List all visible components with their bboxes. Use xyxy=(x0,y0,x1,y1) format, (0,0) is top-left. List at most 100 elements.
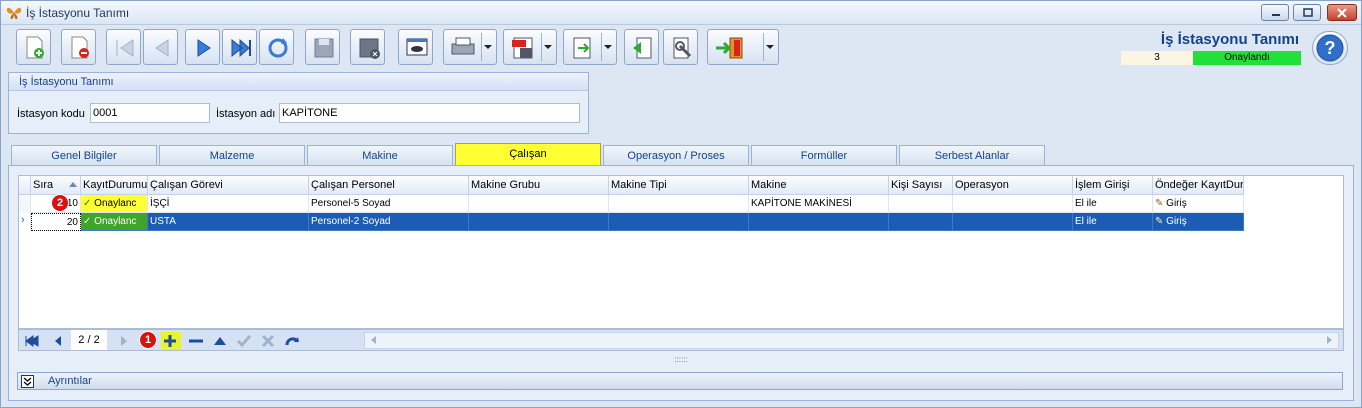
table-row[interactable]: 10 ✓ Onaylanc İŞÇİ Personel-5 Soyad KAPİ… xyxy=(19,195,1244,213)
previous-record-button[interactable] xyxy=(143,29,178,65)
butterfly-logo-icon xyxy=(6,7,22,19)
column-header-calisan-gorevi[interactable]: Çalışan Görevi xyxy=(148,176,309,195)
column-header-makine-tipi[interactable]: Makine Tipi xyxy=(609,176,749,195)
table-row-selected[interactable]: › 20 ✓ Onaylanc USTA Personel-2 Soyad El… xyxy=(19,213,1244,231)
tab-makine[interactable]: Makine xyxy=(307,145,453,166)
calisan-tab-panel: Sıra KayıtDurumu Çalışan Görevi Çalışan … xyxy=(8,165,1354,401)
nav-next-button[interactable] xyxy=(115,332,133,350)
pdf-dropdown-icon[interactable] xyxy=(544,45,552,49)
column-header-islem-girisi[interactable]: İşlem Girişi xyxy=(1073,176,1153,195)
refresh-button[interactable] xyxy=(259,29,294,65)
new-document-icon xyxy=(26,36,44,59)
nav-edit-button[interactable] xyxy=(211,332,229,350)
save-button[interactable] xyxy=(305,29,340,65)
close-window-button[interactable] xyxy=(1327,4,1357,21)
tab-serbest-alanlar[interactable]: Serbest Alanlar xyxy=(899,145,1045,166)
cell-islem-girisi[interactable]: El ile xyxy=(1073,195,1153,213)
new-record-button[interactable] xyxy=(16,29,51,65)
tab-malzeme[interactable]: Malzeme xyxy=(159,145,305,166)
column-header-calisan-personel[interactable]: Çalışan Personel xyxy=(309,176,469,195)
cell-operasyon[interactable] xyxy=(953,195,1073,213)
station-name-field[interactable]: KAPİTONE xyxy=(279,103,580,123)
cell-kisi-sayisi[interactable] xyxy=(889,195,953,213)
cell-makine-tipi[interactable] xyxy=(609,213,749,231)
nav-add-button[interactable] xyxy=(161,332,181,350)
print-button[interactable] xyxy=(443,29,497,65)
cell-ondeger-kayitdur[interactable]: ✎ Giriş xyxy=(1153,213,1244,231)
cancel-icon xyxy=(261,334,275,348)
nav-first-button[interactable] xyxy=(23,332,41,350)
expand-details-button[interactable] xyxy=(21,375,34,388)
pdf-export-button[interactable] xyxy=(503,29,557,65)
annotation-badge-1: 1 xyxy=(139,331,157,349)
exit-icon xyxy=(716,37,743,59)
save-close-button[interactable] xyxy=(350,29,385,65)
cell-kayitdurumu[interactable]: ✓ Onaylanc xyxy=(81,213,148,231)
cell-makine-tipi[interactable] xyxy=(609,195,749,213)
check-icon: ✓ xyxy=(83,216,95,227)
cell-calisan-gorevi[interactable]: USTA xyxy=(148,213,309,231)
tab-formuller[interactable]: Formüller xyxy=(751,145,897,166)
cell-kayitdurumu[interactable]: ✓ Onaylanc xyxy=(81,195,148,213)
nav-previous-button[interactable] xyxy=(49,332,67,350)
tab-genel-bilgiler[interactable]: Genel Bilgiler xyxy=(11,145,157,166)
window-title: İş İstasyonu Tanımı xyxy=(26,6,130,20)
delete-record-button[interactable] xyxy=(61,29,96,65)
station-code-field[interactable]: 0001 xyxy=(90,103,210,123)
cell-islem-girisi[interactable]: El ile xyxy=(1073,213,1153,231)
cell-makine[interactable] xyxy=(749,213,889,231)
column-header-ondeger-kayitdur[interactable]: Öndeğer KayıtDur xyxy=(1153,176,1244,195)
back-button[interactable] xyxy=(624,29,659,65)
details-panel-header[interactable]: Ayrıntılar xyxy=(17,372,1343,390)
cell-makine-grubu[interactable] xyxy=(469,195,609,213)
export-button[interactable] xyxy=(563,29,617,65)
title-bar: İş İstasyonu Tanımı xyxy=(1,1,1361,25)
column-header-operasyon[interactable]: Operasyon xyxy=(953,176,1073,195)
splitter-grip[interactable]: :::::: xyxy=(8,356,1354,364)
help-button[interactable]: ? xyxy=(1312,31,1348,65)
nav-cancel-button[interactable] xyxy=(259,332,277,350)
tab-calisan[interactable]: Çalışan xyxy=(455,143,601,166)
cell-calisan-personel[interactable]: Personel-5 Soyad xyxy=(309,195,469,213)
cell-operasyon[interactable] xyxy=(953,213,1073,231)
cell-sira[interactable]: 20 xyxy=(31,213,81,231)
column-header-sira[interactable]: Sıra xyxy=(31,176,81,195)
maximize-button[interactable] xyxy=(1293,4,1321,21)
nav-refresh-button[interactable] xyxy=(283,332,301,350)
nav-remove-button[interactable] xyxy=(187,332,205,350)
exit-button[interactable] xyxy=(707,29,779,65)
nav-confirm-button[interactable] xyxy=(235,332,253,350)
cell-makine-grubu[interactable] xyxy=(469,213,609,231)
column-header-kisi-sayisi[interactable]: Kişi Sayısı xyxy=(889,176,953,195)
preview-button[interactable] xyxy=(398,29,433,65)
last-record-icon xyxy=(231,38,251,58)
svg-text:?: ? xyxy=(1325,38,1336,58)
column-header-makine-grubu[interactable]: Makine Grubu xyxy=(469,176,609,195)
settings-icon xyxy=(673,37,692,59)
scroll-left-icon[interactable] xyxy=(371,336,376,344)
row-indicator xyxy=(19,195,31,213)
cell-ondeger-kayitdur[interactable]: ✎ Giriş xyxy=(1153,195,1244,213)
cell-makine[interactable]: KAPİTONE MAKİNESİ xyxy=(749,195,889,213)
column-header-makine[interactable]: Makine xyxy=(749,176,889,195)
station-definition-group: İş İstasyonu Tanımı İstasyon kodu 0001 İ… xyxy=(8,72,589,134)
exit-dropdown-icon[interactable] xyxy=(766,45,774,49)
settings-button[interactable] xyxy=(663,29,698,65)
group-title: İş İstasyonu Tanımı xyxy=(9,73,588,91)
tab-operasyon-proses[interactable]: Operasyon / Proses xyxy=(603,145,749,166)
column-header-kayitdurumu[interactable]: KayıtDurumu xyxy=(81,176,148,195)
cell-kisi-sayisi[interactable] xyxy=(889,213,953,231)
cell-calisan-gorevi[interactable]: İŞÇİ xyxy=(148,195,309,213)
back-icon xyxy=(633,37,652,59)
export-dropdown-icon[interactable] xyxy=(604,45,612,49)
minimize-button[interactable] xyxy=(1261,4,1289,21)
next-record-button[interactable] xyxy=(185,29,220,65)
station-name-label: İstasyon adı xyxy=(216,108,276,120)
last-record-button[interactable] xyxy=(222,29,257,65)
print-dropdown-icon[interactable] xyxy=(484,45,492,49)
scroll-right-icon[interactable] xyxy=(1327,336,1332,344)
record-number: 3 xyxy=(1121,51,1193,65)
first-record-button[interactable] xyxy=(106,29,141,65)
horizontal-scrollbar[interactable] xyxy=(364,332,1339,349)
cell-calisan-personel[interactable]: Personel-2 Soyad xyxy=(309,213,469,231)
